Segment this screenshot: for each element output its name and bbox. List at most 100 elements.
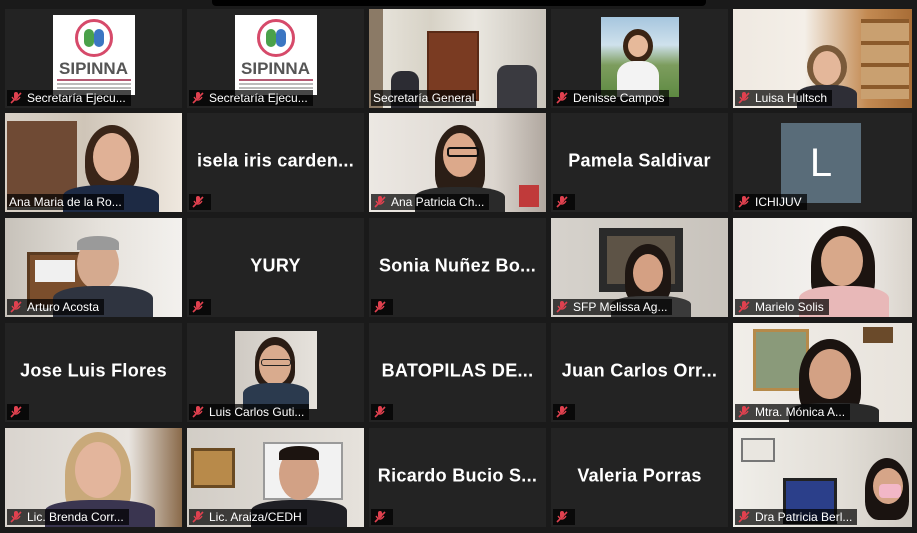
participant-tile[interactable]: Luis Carlos Guti... bbox=[187, 323, 364, 422]
participant-name-tag: Secretaría Ejecu... bbox=[7, 90, 131, 106]
participant-name: Arturo Acosta bbox=[27, 300, 100, 314]
meeting-top-bar bbox=[212, 0, 706, 6]
participant-tile[interactable]: Secretaría General bbox=[369, 9, 546, 108]
microphone-muted-icon bbox=[10, 511, 22, 523]
microphone-muted-icon bbox=[10, 92, 22, 104]
participant-name-tag bbox=[553, 509, 575, 525]
participant-name: Ana Maria de la Ro... bbox=[9, 195, 122, 209]
participant-name-tag: Denisse Campos bbox=[553, 90, 670, 106]
participant-tile[interactable]: Sonia Nuñez Bo... bbox=[369, 218, 546, 317]
participant-tile[interactable]: Ricardo Bucio S... bbox=[369, 428, 546, 527]
participant-name-tag: ICHIJUV bbox=[735, 194, 807, 210]
sipinna-logo: SIPINNA bbox=[234, 15, 317, 95]
participant-name: Ana Patricia Ch... bbox=[391, 195, 485, 209]
microphone-muted-icon bbox=[374, 301, 386, 313]
participant-name: Secretaría General bbox=[373, 91, 475, 105]
microphone-muted-icon bbox=[192, 92, 204, 104]
participant-tile[interactable]: Dra Patricia Berl... bbox=[733, 428, 912, 527]
participant-tile[interactable]: Marielo Solis bbox=[733, 218, 912, 317]
participant-name: Secretaría Ejecu... bbox=[27, 91, 126, 105]
participant-tile[interactable]: SIPINNA Secretaría Ejecu... bbox=[5, 9, 182, 108]
participant-tile[interactable]: Valeria Porras bbox=[551, 428, 728, 527]
microphone-muted-icon bbox=[374, 196, 386, 208]
participant-name-tag: Dra Patricia Berl... bbox=[735, 509, 858, 525]
participant-tile[interactable]: Denisse Campos bbox=[551, 9, 728, 108]
participant-name: Denisse Campos bbox=[573, 91, 665, 105]
participant-tile[interactable]: Luisa Hultsch bbox=[733, 9, 912, 108]
participant-display-name: Sonia Nuñez Bo... bbox=[378, 254, 537, 275]
participant-name-tag bbox=[371, 299, 393, 315]
participant-display-name: Juan Carlos Orr... bbox=[561, 359, 718, 380]
participant-display-name: YURY bbox=[250, 254, 301, 275]
participant-name-tag: Marielo Solis bbox=[735, 299, 829, 315]
participant-display-name: Ricardo Bucio S... bbox=[377, 464, 538, 485]
participant-name: Luisa Hultsch bbox=[755, 91, 828, 105]
microphone-muted-icon bbox=[374, 406, 386, 418]
participant-name-tag: Luisa Hultsch bbox=[735, 90, 833, 106]
participant-tile[interactable]: Arturo Acosta bbox=[5, 218, 182, 317]
participant-video bbox=[235, 331, 317, 409]
participant-display-name: Jose Luis Flores bbox=[20, 359, 167, 380]
participant-name: Luis Carlos Guti... bbox=[209, 405, 305, 419]
microphone-muted-icon bbox=[192, 511, 204, 523]
microphone-muted-icon bbox=[738, 196, 750, 208]
microphone-muted-icon bbox=[374, 511, 386, 523]
gallery-view: SIPINNA Secretaría Ejecu... SIPINNA Secr… bbox=[5, 9, 912, 529]
microphone-muted-icon bbox=[192, 196, 204, 208]
participant-name: Lic. Araiza/CEDH bbox=[209, 510, 302, 524]
participant-name-tag: Luis Carlos Guti... bbox=[189, 404, 310, 420]
participant-tile[interactable]: Jose Luis Flores bbox=[5, 323, 182, 422]
participant-name-tag: SFP Melissa Ag... bbox=[553, 299, 673, 315]
participant-display-name: BATOPILAS DE... bbox=[381, 359, 534, 380]
participant-name-tag: Mtra. Mónica A... bbox=[735, 404, 851, 420]
microphone-muted-icon bbox=[192, 301, 204, 313]
participant-tile[interactable]: YURY bbox=[187, 218, 364, 317]
participant-name-tag bbox=[7, 404, 29, 420]
microphone-muted-icon bbox=[556, 92, 568, 104]
participant-name-tag: Ana Maria de la Ro... bbox=[7, 194, 124, 210]
participant-name: Secretaría Ejecu... bbox=[209, 91, 308, 105]
participant-name: SFP Melissa Ag... bbox=[573, 300, 668, 314]
microphone-muted-icon bbox=[556, 301, 568, 313]
participant-name-tag: Secretaría General bbox=[371, 90, 477, 106]
participant-name-tag bbox=[371, 404, 393, 420]
participant-tile[interactable]: Juan Carlos Orr... bbox=[551, 323, 728, 422]
participant-display-name: Valeria Porras bbox=[577, 464, 702, 485]
sipinna-logo: SIPINNA bbox=[52, 15, 135, 95]
participant-name: Lic. Brenda Corr... bbox=[27, 510, 124, 524]
microphone-muted-icon bbox=[10, 301, 22, 313]
participant-tile-active-speaker[interactable]: Ana Maria de la Ro... bbox=[5, 113, 182, 212]
participant-name-tag bbox=[189, 299, 211, 315]
microphone-muted-icon bbox=[556, 196, 568, 208]
participant-name-tag bbox=[553, 194, 575, 210]
microphone-muted-icon bbox=[738, 511, 750, 523]
participant-tile[interactable]: Mtra. Mónica A... bbox=[733, 323, 912, 422]
participant-name: Dra Patricia Berl... bbox=[755, 510, 853, 524]
participant-tile[interactable]: SFP Melissa Ag... bbox=[551, 218, 728, 317]
participant-tile[interactable]: SIPINNA Secretaría Ejecu... bbox=[187, 9, 364, 108]
participant-name-tag: Lic. Araiza/CEDH bbox=[189, 509, 307, 525]
participant-display-name: Pamela Saldivar bbox=[568, 149, 711, 170]
participant-tile[interactable]: Lic. Araiza/CEDH bbox=[187, 428, 364, 527]
participant-tile[interactable]: Pamela Saldivar bbox=[551, 113, 728, 212]
participant-name: Mtra. Mónica A... bbox=[755, 405, 846, 419]
microphone-muted-icon bbox=[738, 301, 750, 313]
microphone-muted-icon bbox=[556, 511, 568, 523]
microphone-muted-icon bbox=[192, 406, 204, 418]
participant-display-name: isela iris carden... bbox=[196, 149, 355, 170]
microphone-muted-icon bbox=[10, 406, 22, 418]
participant-tile[interactable]: BATOPILAS DE... bbox=[369, 323, 546, 422]
participant-tile[interactable]: isela iris carden... bbox=[187, 113, 364, 212]
microphone-muted-icon bbox=[738, 406, 750, 418]
participant-name: ICHIJUV bbox=[755, 195, 802, 209]
microphone-muted-icon bbox=[738, 92, 750, 104]
participant-name: Marielo Solis bbox=[755, 300, 824, 314]
participant-video bbox=[601, 17, 679, 97]
participant-name-tag: Ana Patricia Ch... bbox=[371, 194, 490, 210]
participant-tile[interactable]: Lic. Brenda Corr... bbox=[5, 428, 182, 527]
participant-name-tag: Secretaría Ejecu... bbox=[189, 90, 313, 106]
participant-avatar: L bbox=[781, 123, 861, 203]
participant-tile[interactable]: Ana Patricia Ch... bbox=[369, 113, 546, 212]
participant-name-tag: Arturo Acosta bbox=[7, 299, 105, 315]
participant-tile[interactable]: L ICHIJUV bbox=[733, 113, 912, 212]
